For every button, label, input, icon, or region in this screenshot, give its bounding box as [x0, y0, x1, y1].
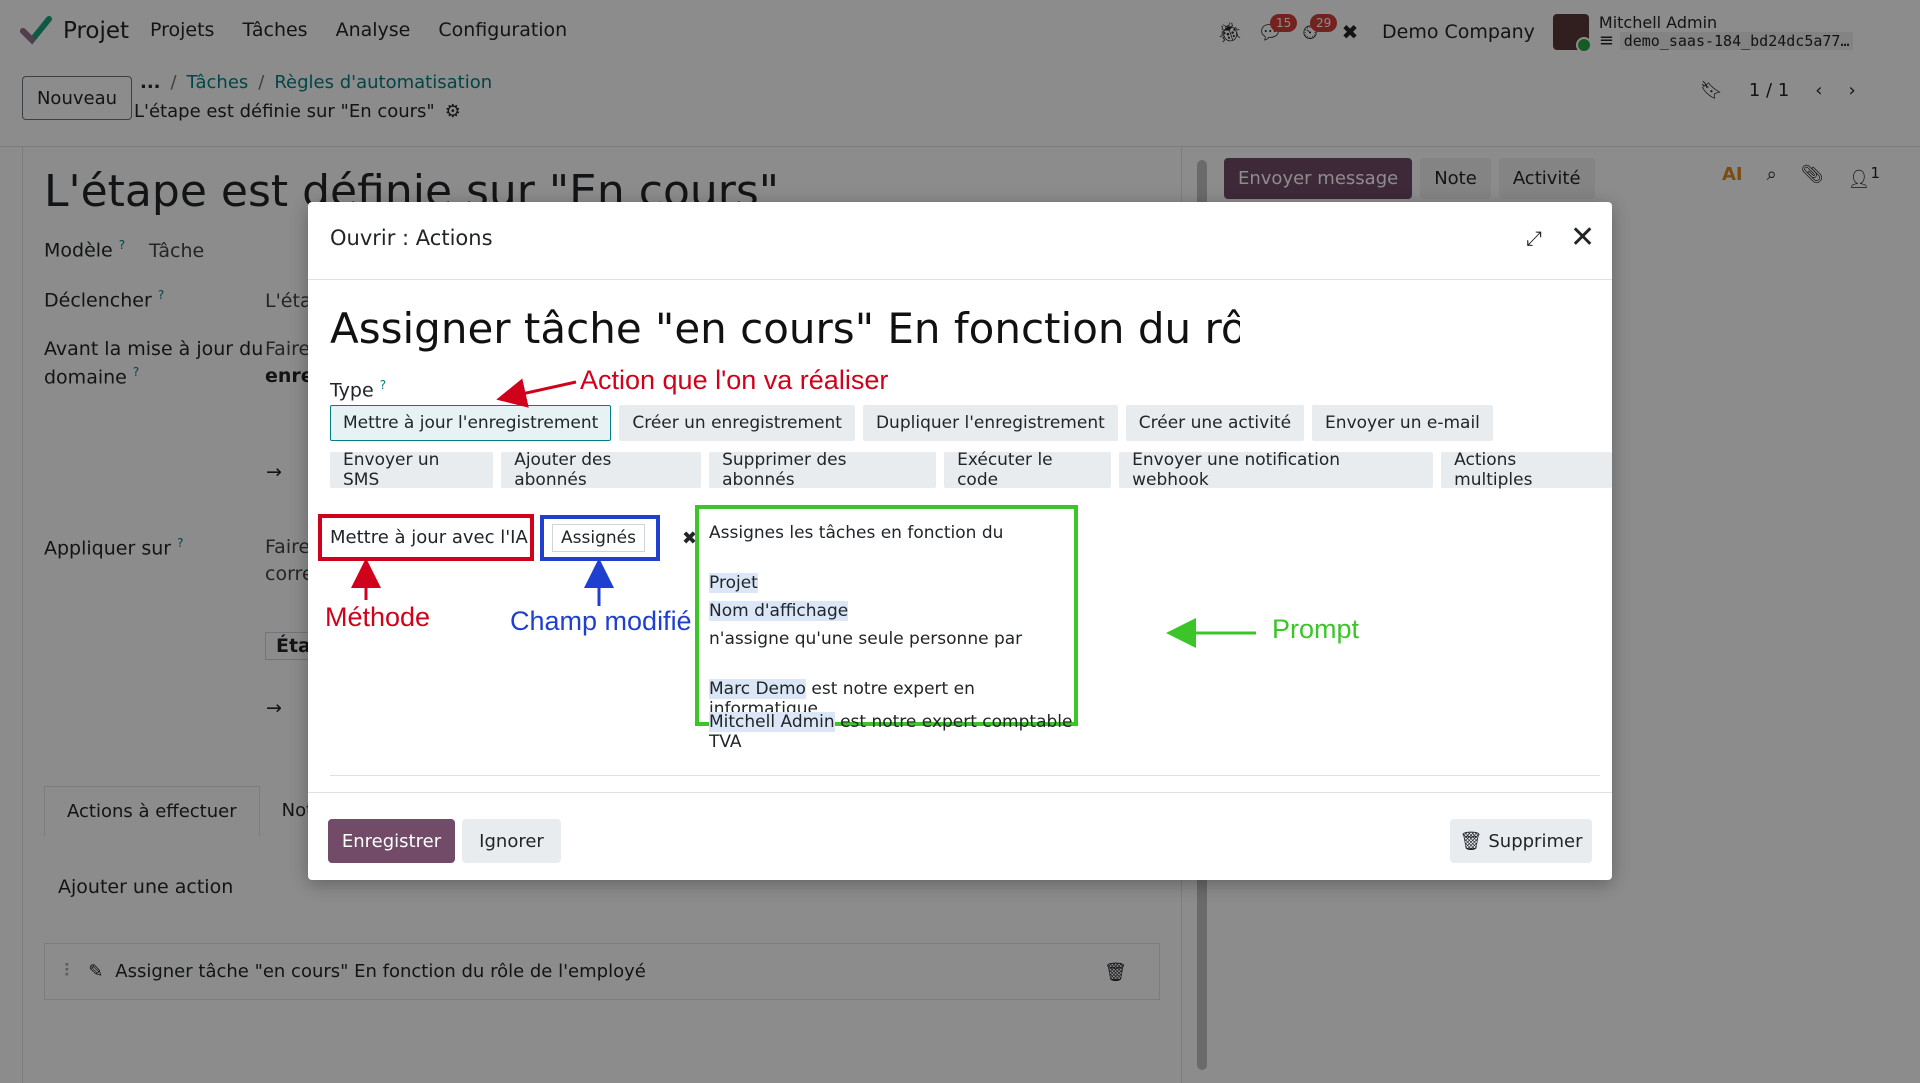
action-name-input[interactable]: Assigner tâche "en cours" En fonction du… [330, 304, 1240, 360]
divider [330, 775, 1600, 776]
annotation-method: Méthode [325, 602, 431, 632]
delete-button[interactable]: 🗑︎ Supprimer [1450, 819, 1592, 863]
type-send-sms[interactable]: Envoyer un SMS [330, 450, 494, 490]
actions-dialog: Ouvrir : Actions ⤢ ✕ Assigner tâche "en … [308, 202, 1613, 880]
type-options-row-2: Envoyer un SMS Ajouter des abonnés Suppr… [330, 450, 1613, 490]
save-button[interactable]: Enregistrer [328, 819, 455, 863]
type-options-row-1: Mettre à jour l'enregistrement Créer un … [330, 405, 1493, 441]
dialog-footer: Enregistrer Ignorer 🗑︎ Supprimer [308, 792, 1612, 880]
annotation-arrow-action [496, 378, 577, 408]
field-to-update[interactable]: Assignés [540, 515, 660, 561]
dialog-header: Ouvrir : Actions ⤢ ✕ [308, 202, 1612, 280]
annotation-prompt: Prompt [1272, 614, 1360, 644]
prompt-field-chip: Nom d'affichage [709, 601, 849, 621]
type-update-record[interactable]: Mettre à jour l'enregistrement [330, 405, 612, 441]
type-label: Type ? [330, 378, 387, 402]
prompt-line: Mitchell Admin est notre expert comptabl… [709, 712, 1074, 752]
close-icon[interactable]: ✕ [1570, 220, 1595, 255]
type-remove-followers[interactable]: Supprimer des abonnés [709, 450, 937, 490]
type-multi-actions[interactable]: Actions multiples [1441, 450, 1613, 490]
annotation-field: Champ modifié [510, 606, 692, 636]
type-send-email[interactable]: Envoyer un e-mail [1312, 405, 1493, 441]
prompt-line: Assignes les tâches en fonction du [709, 523, 1004, 543]
type-execute-code[interactable]: Exécuter le code [944, 450, 1112, 490]
dialog-title: Ouvrir : Actions [330, 226, 493, 250]
type-duplicate-record[interactable]: Dupliquer l'enregistrement [862, 405, 1118, 441]
type-add-followers[interactable]: Ajouter des abonnés [501, 450, 702, 490]
type-create-activity[interactable]: Créer une activité [1125, 405, 1305, 441]
prompt-record-chip: Mitchell Admin [709, 712, 835, 732]
expand-icon[interactable]: ⤢ [1526, 226, 1542, 250]
type-create-record[interactable]: Créer un enregistrement [619, 405, 855, 441]
trash-icon: 🗑︎ [1459, 830, 1483, 852]
prompt-record-chip: Marc Demo [709, 679, 806, 699]
update-method-select[interactable]: Mettre à jour avec l'IA [318, 514, 534, 561]
annotation-action: Action que l'on va réaliser [580, 365, 889, 395]
type-webhook[interactable]: Envoyer une notification webhook [1119, 450, 1434, 490]
field-tag: Assignés [552, 524, 645, 552]
delete-label: Supprimer [1488, 830, 1583, 852]
ai-prompt-editor[interactable]: Assignes les tâches en fonction du Proje… [695, 505, 1078, 752]
discard-button[interactable]: Ignorer [462, 819, 561, 863]
prompt-line: n'assigne qu'une seule personne par [709, 629, 1023, 649]
prompt-field-chip: Projet [709, 573, 758, 593]
